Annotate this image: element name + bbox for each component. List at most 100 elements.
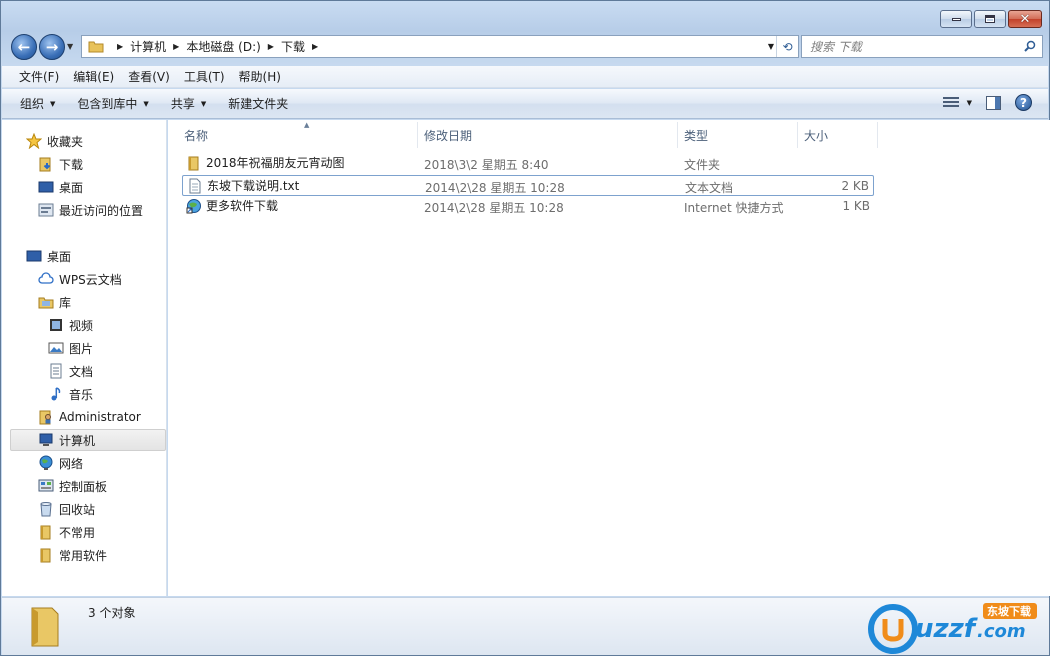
column-date-label: 修改日期: [424, 128, 473, 143]
recent-pages-dropdown[interactable]: ▼: [67, 42, 73, 51]
sidebar-item-label: WPS云文档: [59, 272, 122, 287]
sidebar-item-label: 计算机: [59, 433, 96, 448]
back-button[interactable]: ←: [11, 34, 37, 60]
column-name-label: 名称: [184, 128, 209, 143]
details-view-icon: [942, 96, 959, 109]
column-date-modified[interactable]: 修改日期: [418, 122, 678, 148]
sidebar-item-recent-places[interactable]: 最近访问的位置: [38, 199, 166, 221]
sidebar-item-documents[interactable]: 文档: [48, 360, 166, 382]
sidebar-item-desktop[interactable]: 桌面: [38, 176, 166, 198]
minimize-icon: [951, 17, 961, 21]
column-type[interactable]: 类型: [678, 122, 798, 148]
refresh-button[interactable]: ⟲: [776, 36, 798, 57]
sidebar-item-libraries[interactable]: 库: [38, 291, 166, 313]
menu-help[interactable]: 帮助(H): [232, 68, 288, 85]
desktop-icon: [38, 179, 54, 195]
menu-file[interactable]: 文件(F): [12, 68, 66, 85]
user-folder-icon: [38, 409, 54, 425]
close-icon: ✕: [1019, 11, 1031, 27]
sidebar-item-control-panel[interactable]: 控制面板: [38, 475, 166, 497]
file-name-cell: 东坡下载说明.txt: [187, 177, 299, 194]
breadcrumb-separator-icon[interactable]: ▶: [312, 42, 318, 51]
desktop-icon: [26, 248, 42, 264]
sidebar-item-favorites[interactable]: 收藏夹: [26, 130, 166, 152]
view-controls: ▼ ?: [942, 94, 1032, 111]
minimize-button[interactable]: [940, 10, 972, 28]
change-view-button[interactable]: ▼: [942, 96, 972, 109]
address-history-dropdown[interactable]: ▼: [768, 42, 774, 51]
cloud-icon: [38, 271, 54, 287]
breadcrumb-computer[interactable]: 计算机: [130, 38, 166, 55]
library-icon: [38, 294, 54, 310]
sidebar-item-recycle-bin[interactable]: 回收站: [38, 498, 166, 520]
refresh-icon: ⟲: [782, 39, 793, 54]
chevron-down-icon: ▼: [143, 99, 149, 108]
preview-pane-icon[interactable]: [986, 95, 1001, 110]
search-icon[interactable]: [1024, 40, 1036, 52]
svg-text:.com: .com: [977, 621, 1026, 642]
forward-button[interactable]: →: [39, 34, 65, 60]
computer-icon: [38, 432, 54, 448]
breadcrumb-separator-icon[interactable]: ▶: [268, 42, 274, 51]
column-name[interactable]: ▲ 名称: [178, 121, 418, 148]
file-type: 文本文档: [685, 181, 734, 195]
music-icon: [48, 386, 64, 402]
sidebar-item-wps-cloud[interactable]: WPS云文档: [38, 268, 166, 290]
search-input[interactable]: [810, 39, 1010, 54]
breadcrumb-downloads[interactable]: 下载: [281, 38, 305, 55]
sidebar-item-music[interactable]: 音乐: [48, 383, 166, 405]
search-box[interactable]: [801, 35, 1043, 58]
help-icon[interactable]: ?: [1015, 94, 1032, 111]
table-row[interactable]: 2018年祝福朋友元宵动图 2018\3\2 星期五 8:40 文件夹: [182, 153, 874, 174]
menu-view[interactable]: 查看(V): [121, 68, 177, 85]
sidebar-item-videos[interactable]: 视频: [48, 314, 166, 336]
organize-button[interactable]: 组织 ▼: [20, 95, 55, 112]
sidebar-item-label: 桌面: [47, 249, 72, 264]
control-panel-icon: [38, 478, 54, 494]
column-header: ▲ 名称 修改日期 类型 大小: [168, 121, 1050, 148]
sidebar-item-infrequent[interactable]: 不常用: [38, 521, 166, 543]
sidebar-item-label: 不常用: [59, 525, 96, 540]
include-in-library-button[interactable]: 包含到库中 ▼: [77, 95, 148, 112]
table-row[interactable]: 更多软件下载 2014\2\28 星期五 10:28 Internet 快捷方式…: [182, 196, 874, 217]
file-name-cell: 更多软件下载: [186, 197, 278, 214]
table-row[interactable]: 东坡下载说明.txt 2014\2\28 星期五 10:28 文本文档 2 KB: [182, 175, 874, 196]
menu-tools[interactable]: 工具(T): [177, 68, 232, 85]
folder-icon: [88, 41, 104, 53]
sidebar-item-label: 网络: [59, 456, 84, 471]
internet-shortcut-icon: [186, 198, 202, 214]
sidebar-item-label: 最近访问的位置: [59, 203, 144, 218]
arrow-right-icon: →: [45, 38, 59, 56]
folder-icon: [38, 547, 54, 563]
sidebar-item-common-software[interactable]: 常用软件: [38, 544, 166, 566]
breadcrumb-separator-icon[interactable]: ▶: [173, 42, 179, 51]
sidebar-item-desktop-root[interactable]: 桌面: [26, 245, 166, 267]
menu-bar: 文件(F) 编辑(E) 查看(V) 工具(T) 帮助(H): [2, 66, 1048, 88]
maximize-button[interactable]: [974, 10, 1006, 28]
navigation-pane: 收藏夹 下载 桌面 最近访问的位置 桌面 WPS云文档 库 视频 图片 文档 音…: [2, 120, 167, 596]
share-button[interactable]: 共享 ▼: [171, 95, 206, 112]
folder-icon: [186, 155, 202, 171]
sidebar-item-label: 图片: [69, 341, 94, 356]
arrow-left-icon: ←: [17, 38, 31, 56]
breadcrumb-separator-icon[interactable]: ▶: [117, 42, 123, 51]
sidebar-item-computer[interactable]: 计算机: [10, 429, 166, 451]
new-folder-button[interactable]: 新建文件夹: [228, 95, 288, 112]
video-icon: [48, 317, 64, 333]
picture-icon: [48, 340, 64, 356]
column-size[interactable]: 大小: [798, 122, 878, 148]
breadcrumb-drive-d[interactable]: 本地磁盘 (D:): [186, 38, 260, 55]
star-icon: [26, 133, 42, 149]
address-bar[interactable]: ▶ 计算机 ▶ 本地磁盘 (D:) ▶ 下载 ▶ ▼ ⟲: [81, 35, 799, 58]
column-type-label: 类型: [684, 128, 709, 143]
menu-edit[interactable]: 编辑(E): [66, 68, 121, 85]
sidebar-item-downloads[interactable]: 下载: [38, 153, 166, 175]
sidebar-item-pictures[interactable]: 图片: [48, 337, 166, 359]
navigation-bar: ← → ▼ ▶ 计算机 ▶ 本地磁盘 (D:) ▶ 下载 ▶ ▼ ⟲: [9, 33, 1043, 61]
sidebar-item-label: 收藏夹: [47, 134, 84, 149]
sidebar-item-network[interactable]: 网络: [38, 452, 166, 474]
sidebar-item-administrator[interactable]: Administrator: [38, 406, 166, 428]
share-label: 共享: [170, 97, 195, 111]
close-button[interactable]: ✕: [1008, 10, 1042, 28]
svg-text:uzzf: uzzf: [915, 614, 979, 644]
